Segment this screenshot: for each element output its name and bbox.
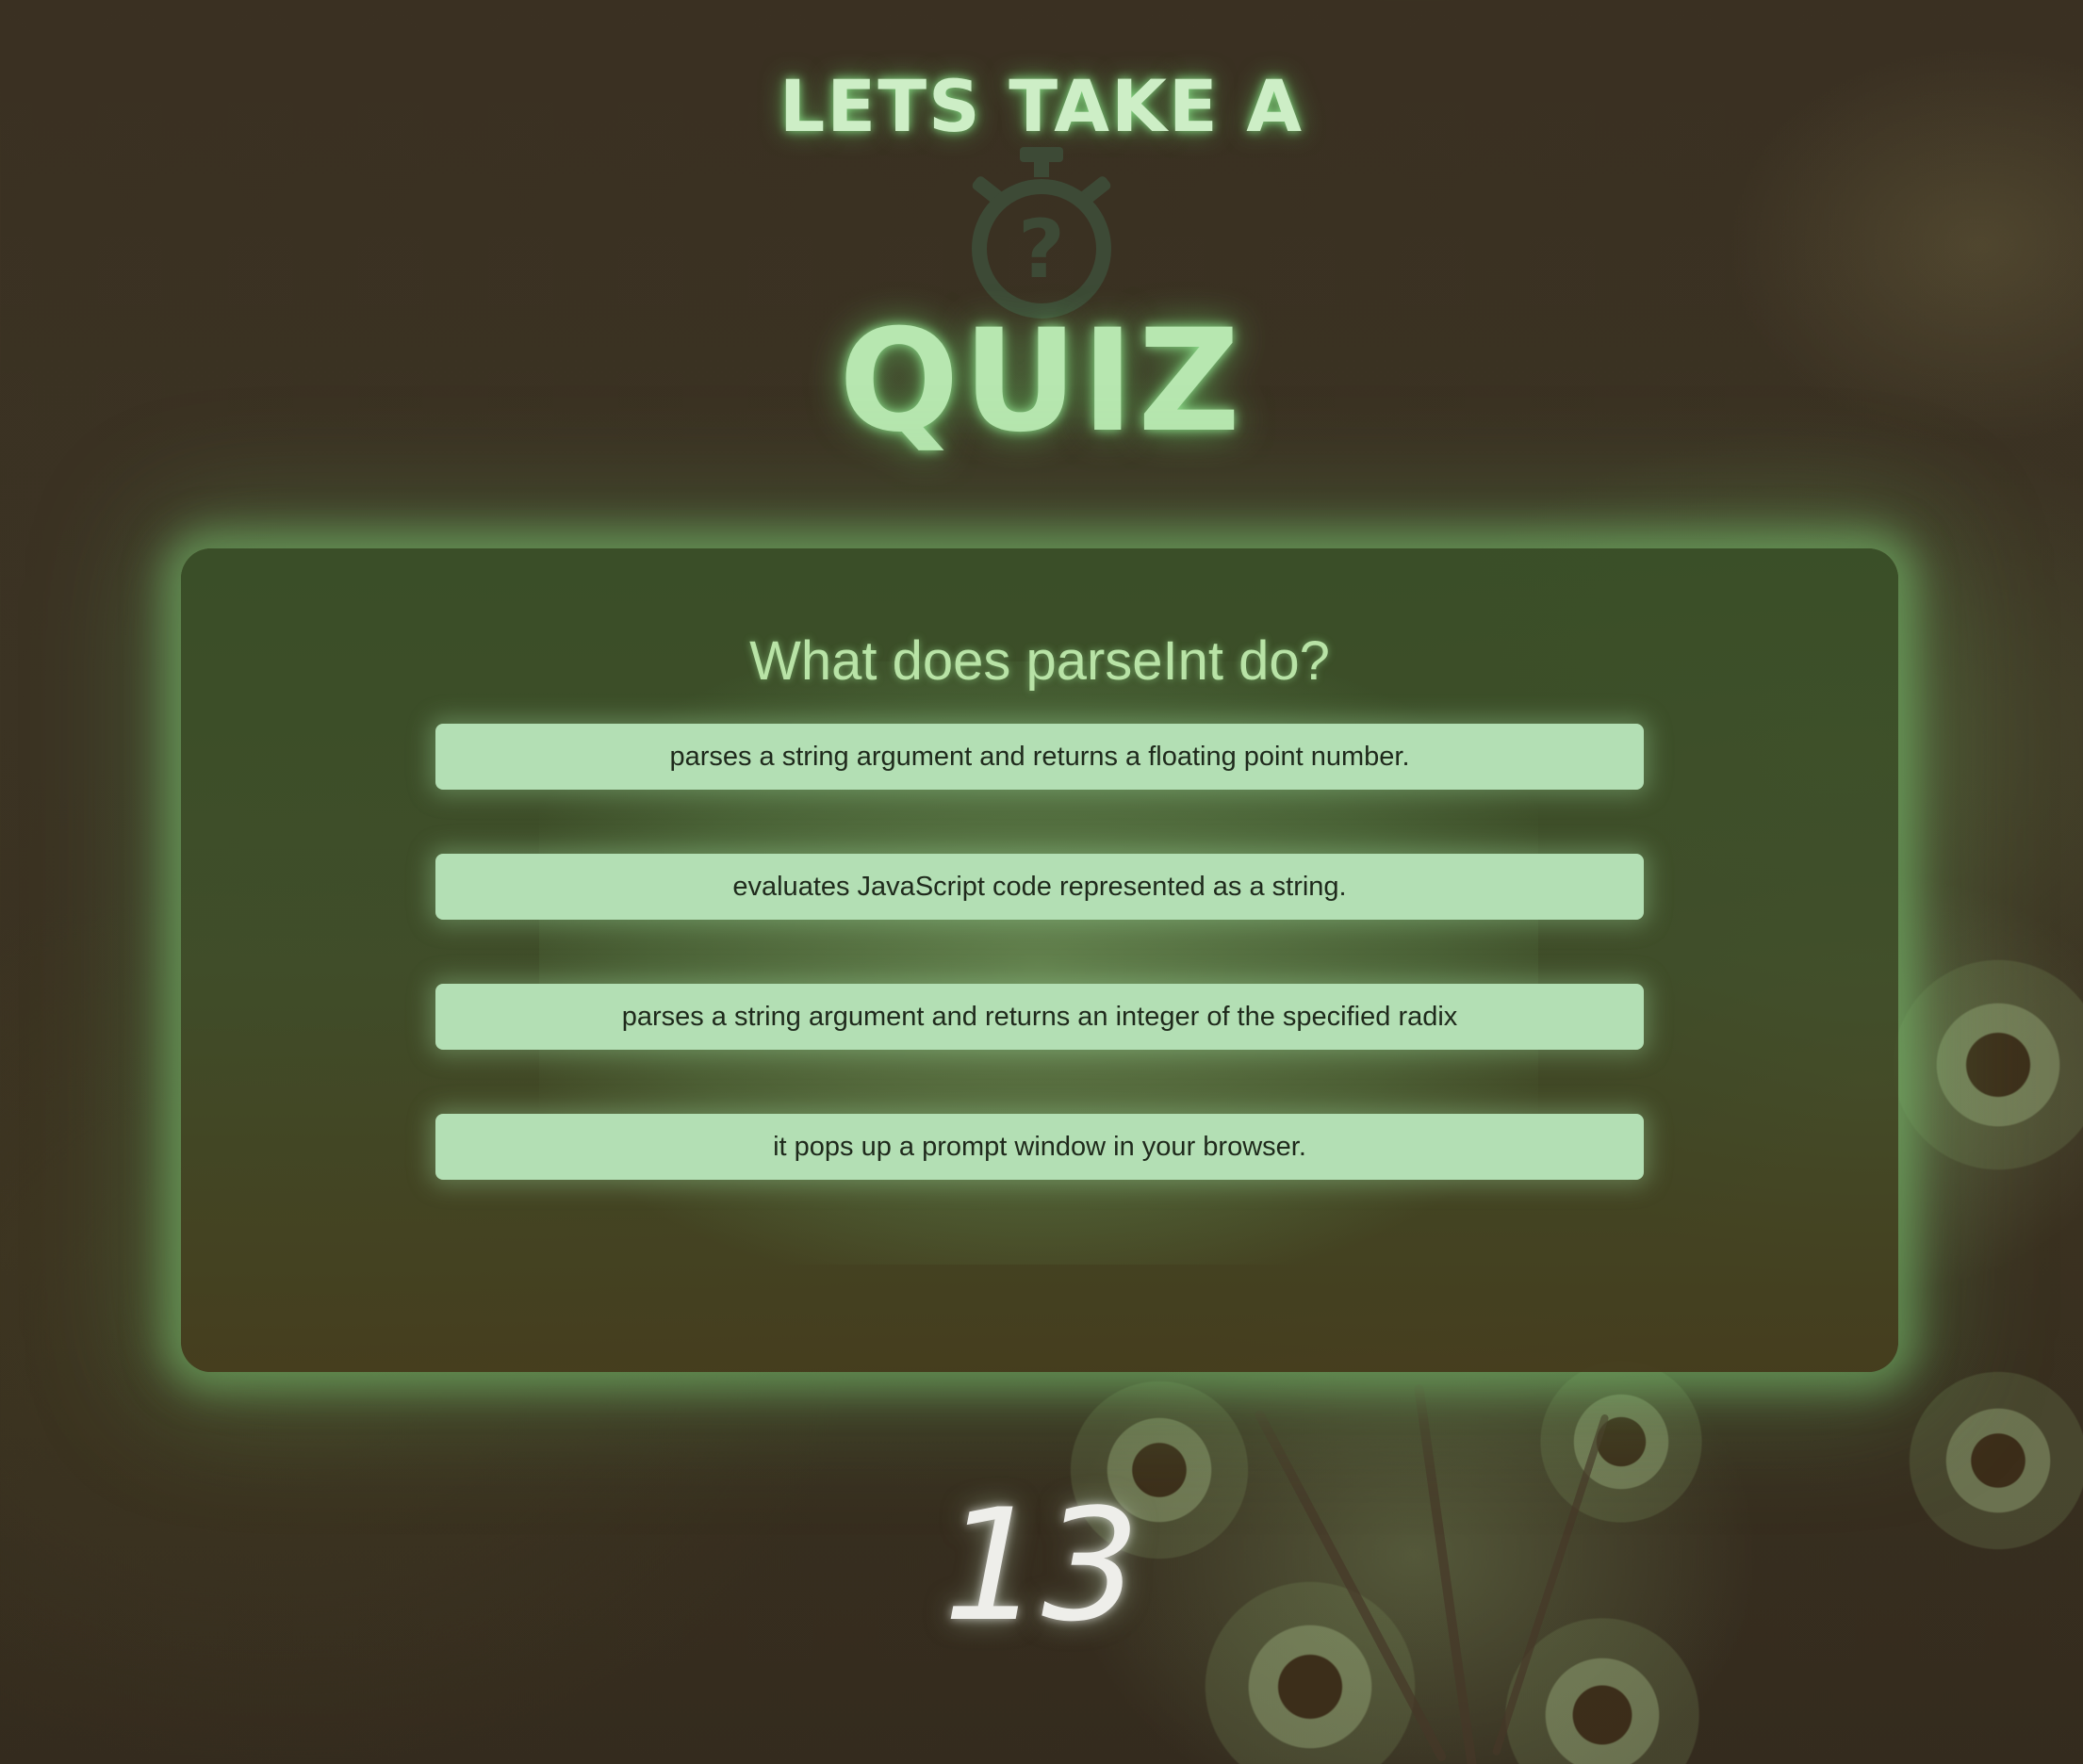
answer-label: parses a string argument and returns an … xyxy=(621,1001,1458,1032)
answer-label: parses a string argument and returns a f… xyxy=(669,741,1410,772)
quiz-card: What does parseInt do? parses a string a… xyxy=(181,548,1898,1372)
question-text: What does parseInt do? xyxy=(749,630,1330,692)
svg-text:?: ? xyxy=(1018,203,1065,297)
title-lets-take-a: LETS TAKE A xyxy=(779,64,1304,148)
answer-button-4[interactable]: it pops up a prompt window in your brows… xyxy=(435,1114,1644,1180)
answer-label: evaluates JavaScript code represented as… xyxy=(732,871,1347,902)
flower-decoration xyxy=(1876,942,2083,1187)
countdown-timer: 13 xyxy=(943,1476,1140,1656)
answer-label: it pops up a prompt window in your brows… xyxy=(773,1131,1306,1162)
answer-button-1[interactable]: parses a string argument and returns a f… xyxy=(435,724,1644,790)
stopwatch-question-icon: ? xyxy=(972,147,1111,318)
answer-button-2[interactable]: evaluates JavaScript code represented as… xyxy=(435,854,1644,920)
answer-button-3[interactable]: parses a string argument and returns an … xyxy=(435,984,1644,1050)
title-quiz: QUIZ xyxy=(839,300,1244,464)
